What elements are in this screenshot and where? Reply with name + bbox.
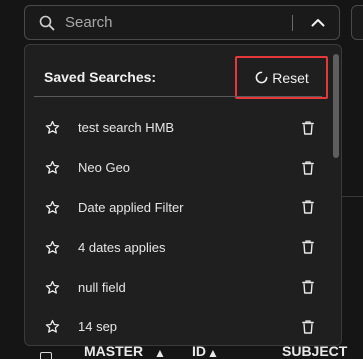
saved-search-item[interactable]: Neo Geo xyxy=(25,148,329,188)
search-icon xyxy=(37,13,57,33)
saved-searches-dropdown: Saved Searches: Reset test search HMB Ne… xyxy=(24,44,342,346)
saved-search-item[interactable]: Date applied Filter xyxy=(25,188,329,228)
saved-search-item[interactable]: test search HMB xyxy=(25,108,329,148)
trash-icon[interactable] xyxy=(301,160,315,176)
saved-search-label: null field xyxy=(78,279,126,295)
search-input[interactable] xyxy=(65,14,292,31)
trash-icon[interactable] xyxy=(301,239,315,255)
saved-search-item[interactable]: null field xyxy=(25,267,329,307)
saved-search-label: 4 dates applies xyxy=(78,239,166,255)
saved-searches-title: Saved Searches: xyxy=(44,69,157,85)
adjacent-control[interactable] xyxy=(351,5,363,40)
star-outline-icon[interactable] xyxy=(44,120,60,136)
background-divider xyxy=(341,196,363,197)
column-header-subject[interactable]: SUBJECT xyxy=(282,346,347,359)
saved-search-label: Neo Geo xyxy=(78,160,131,176)
star-outline-icon[interactable] xyxy=(44,160,60,176)
scrollbar-thumb[interactable] xyxy=(333,54,339,158)
trash-icon[interactable] xyxy=(301,120,315,136)
reset-label: Reset xyxy=(272,69,309,86)
star-outline-icon[interactable] xyxy=(44,279,60,295)
reset-button[interactable]: Reset xyxy=(235,56,328,99)
select-all-checkbox[interactable] xyxy=(40,352,52,359)
sort-arrow-icon[interactable]: ▲ xyxy=(207,346,219,359)
search-bar xyxy=(24,5,340,40)
trash-icon[interactable] xyxy=(301,199,315,215)
trash-icon[interactable] xyxy=(301,319,315,335)
sort-arrow-icon[interactable]: ▲ xyxy=(154,346,166,359)
saved-search-item[interactable]: 14 sep xyxy=(25,307,329,345)
reset-icon xyxy=(254,71,268,85)
star-outline-icon[interactable] xyxy=(44,239,60,255)
saved-search-label: 14 sep xyxy=(78,319,118,335)
star-outline-icon[interactable] xyxy=(44,319,60,335)
saved-search-item[interactable]: 4 dates applies xyxy=(25,227,329,267)
saved-search-label: test search HMB xyxy=(78,120,175,136)
saved-search-label: Date applied Filter xyxy=(78,199,184,215)
star-outline-icon[interactable] xyxy=(44,199,60,215)
trash-icon[interactable] xyxy=(301,279,315,295)
collapse-button[interactable] xyxy=(305,10,331,36)
chevron-up-icon xyxy=(311,19,325,27)
title-divider xyxy=(34,96,322,97)
saved-searches-list: test search HMB Neo Geo Date applied Fil… xyxy=(25,108,329,345)
table-header: MASTER ▲ ID ▲ SUBJECT xyxy=(0,346,363,359)
column-header-master[interactable]: MASTER xyxy=(84,346,143,359)
search-divider xyxy=(292,14,293,31)
column-header-id[interactable]: ID xyxy=(192,346,206,359)
